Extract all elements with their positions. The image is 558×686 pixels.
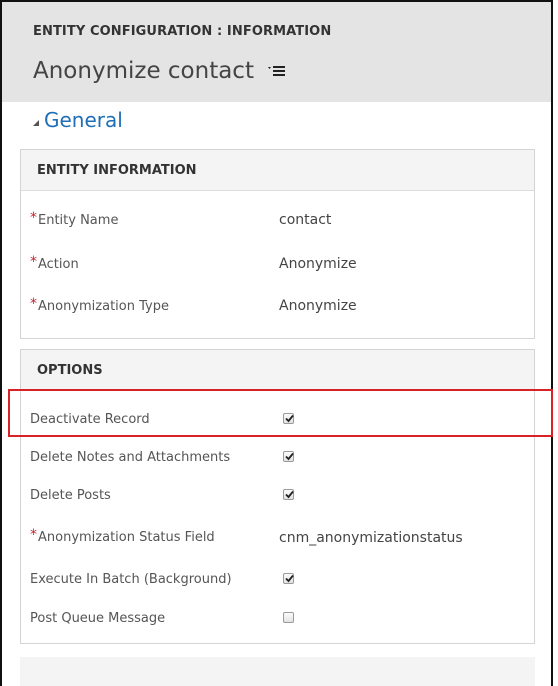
delete-notes-checkbox[interactable] — [283, 451, 294, 462]
field-label: Delete Posts — [30, 488, 111, 503]
page-title: Anonymize contact — [33, 58, 254, 84]
entity-information-panel: ENTITY INFORMATION *Entity Name contact … — [20, 149, 535, 339]
field-label: Delete Notes and Attachments — [30, 450, 231, 465]
field-label: *Action — [30, 254, 79, 272]
field-label: *Anonymization Status Field — [30, 527, 215, 545]
required-asterisk: * — [30, 296, 37, 312]
required-asterisk: * — [30, 527, 37, 543]
anonymization-type-value[interactable]: Anonymize — [279, 298, 357, 314]
field-label: Post Queue Message — [30, 611, 166, 626]
breadcrumb: ENTITY CONFIGURATION : INFORMATION — [33, 24, 332, 39]
field-label: *Entity Name — [30, 210, 119, 228]
delete-posts-checkbox[interactable] — [283, 489, 294, 500]
collapse-triangle-icon — [33, 120, 39, 126]
required-asterisk: * — [30, 210, 37, 226]
page-title-wrap: Anonymize contact — [33, 58, 286, 84]
required-asterisk: * — [30, 254, 37, 270]
options-heading: OPTIONS — [21, 350, 534, 391]
action-value[interactable]: Anonymize — [279, 256, 357, 272]
anonymization-status-field-value[interactable]: cnm_anonymizationstatus — [279, 530, 463, 546]
form-header: ENTITY CONFIGURATION : INFORMATION Anony… — [2, 2, 551, 102]
field-label: Execute In Batch (Background) — [30, 572, 232, 587]
options-panel: OPTIONS Deactivate Record Delete Notes a… — [20, 349, 535, 644]
hamburger-menu-icon[interactable] — [267, 64, 286, 78]
entity-information-heading: ENTITY INFORMATION — [21, 150, 534, 191]
section-general-toggle[interactable]: General — [33, 108, 123, 132]
field-label: Deactivate Record — [30, 412, 150, 427]
field-label: *Anonymization Type — [30, 296, 169, 314]
entity-configuration-form: ENTITY CONFIGURATION : INFORMATION Anony… — [0, 0, 553, 686]
execute-in-batch-checkbox[interactable] — [283, 573, 294, 584]
section-general-label: General — [44, 108, 123, 132]
next-section-band — [20, 657, 535, 686]
post-queue-message-checkbox[interactable] — [283, 612, 294, 623]
deactivate-record-checkbox[interactable] — [283, 413, 294, 424]
entity-name-value[interactable]: contact — [279, 212, 331, 228]
